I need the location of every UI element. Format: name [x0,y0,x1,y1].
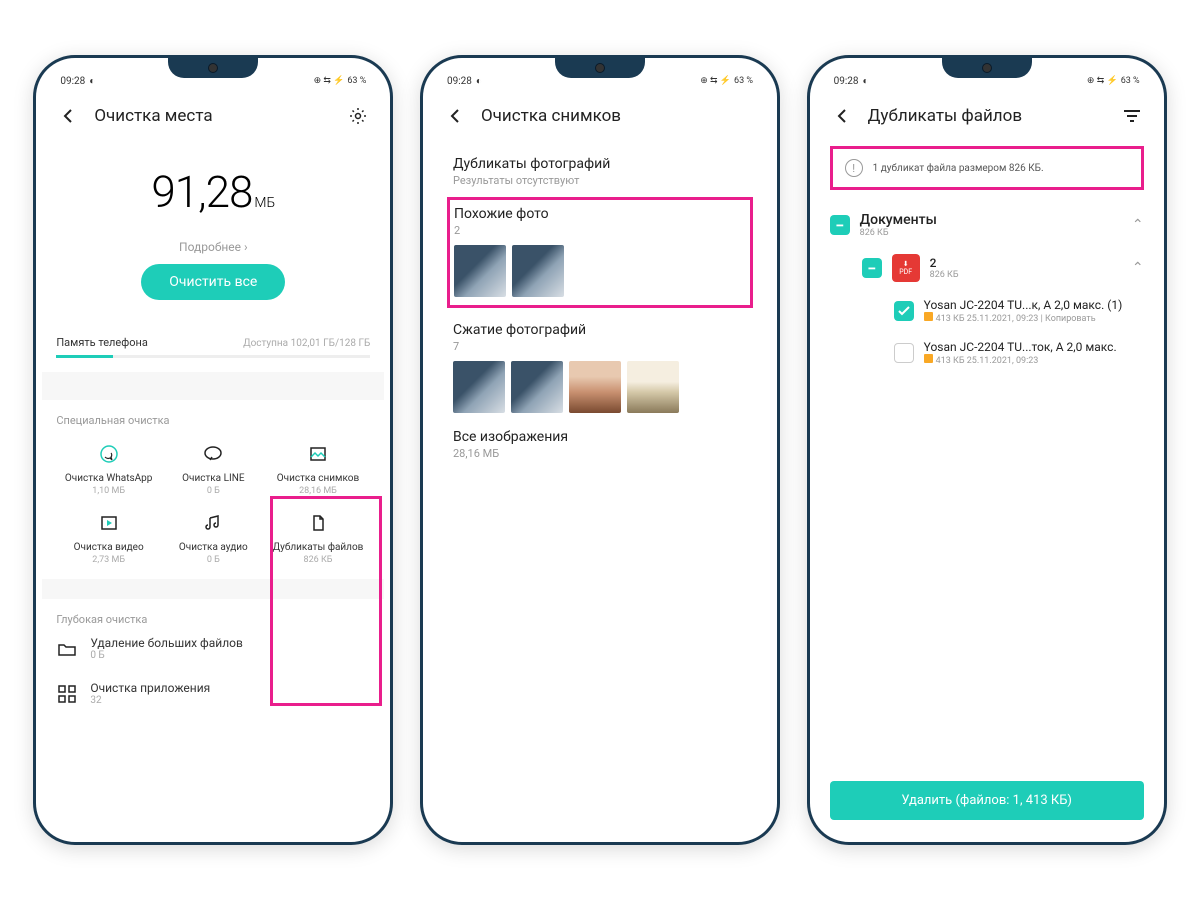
highlight-box-2: Похожие фото2 [447,197,753,308]
docs-group[interactable]: − Документы826 КБ ⌃ [830,204,1144,246]
grid-item-line[interactable]: Очистка LINE0 Б [161,441,266,496]
thumbnail[interactable] [454,245,506,297]
compress-section[interactable]: Сжатие фотографий7 [453,322,747,413]
file-row-1[interactable]: Yosan JC-2204 TU...к, A 2,0 макс. (1)413… [830,290,1144,332]
filter-icon[interactable] [1120,104,1144,128]
page-title: Очистка места [94,106,332,126]
grid-item-video[interactable]: Очистка видео2,73 МБ [56,510,161,565]
page-title: Очистка снимков [481,106,757,126]
back-icon[interactable] [56,104,80,128]
memory-bar [56,355,370,358]
duplicates-section[interactable]: Дубликаты фотографийРезультаты отсутству… [453,156,747,187]
thumbnail[interactable] [512,245,564,297]
settings-icon[interactable] [346,104,370,128]
pdf-icon: ⬇PDF [892,254,920,282]
folder-icon [924,354,933,363]
checkbox-indeterminate[interactable]: − [830,215,850,235]
wifi-icon: ⊕ ⇆ ⚡ [314,76,345,86]
storage-size: 91,28МБ [56,166,370,218]
info-banner: ! 1 дубликат файла размером 826 КБ. [830,146,1144,190]
phone-frame-1: 09:28 ◐ ⊕ ⇆ ⚡63 % Очистка места 91,28МБ П… [33,55,393,845]
page-title: Дубликаты файлов [868,106,1106,126]
delete-button[interactable]: Удалить (файлов: 1, 413 КБ) [830,781,1144,820]
chevron-up-icon[interactable]: ⌃ [1132,260,1144,276]
grid-item-audio[interactable]: Очистка аудио0 Б [161,510,266,565]
notch [942,58,1032,78]
apps-row[interactable]: Очистка приложения32 [56,671,370,716]
file-row-2[interactable]: Yosan JC-2204 TU...ток, A 2,0 макс.413 К… [830,332,1144,374]
thumbnail[interactable] [453,361,505,413]
pdf-group[interactable]: − ⬇PDF 2826 КБ ⌃ [830,246,1144,290]
memory-available: Доступна 102,01 ГБ/128 ГБ [243,338,370,349]
notch [168,58,258,78]
info-icon: ! [845,159,863,177]
thumbnail[interactable] [569,361,621,413]
big-files-row[interactable]: Удаление больших файлов0 Б [56,626,370,671]
thumbnail[interactable] [627,361,679,413]
more-link[interactable]: Подробнее › [56,240,370,254]
folder-icon [924,312,933,321]
grid-item-whatsapp[interactable]: Очистка WhatsApp1,10 МБ [56,441,161,496]
phone-frame-3: 09:28◐ ⊕ ⇆ ⚡63 % Дубликаты файлов ! 1 ду… [807,55,1167,845]
similar-section[interactable]: Похожие фото2 [454,206,746,297]
memory-label: Память телефона [56,336,148,349]
status-icon: ◐ [89,76,95,87]
deep-clean-title: Глубокая очистка [56,613,370,626]
chevron-up-icon[interactable]: ⌃ [1132,217,1144,233]
checkbox-checked[interactable] [894,301,914,321]
notch [555,58,645,78]
thumbnail[interactable] [511,361,563,413]
grid-item-duplicates[interactable]: Дубликаты файлов826 КБ [266,510,371,565]
status-time: 09:28 [60,76,85,87]
back-icon[interactable] [443,104,467,128]
grid-item-photos[interactable]: Очистка снимков28,16 МБ [266,441,371,496]
battery-text: 63 % [347,76,366,86]
clean-all-button[interactable]: Очистить все [141,264,285,300]
back-icon[interactable] [830,104,854,128]
phone-frame-2: 09:28◐ ⊕ ⇆ ⚡63 % Очистка снимков Дублика… [420,55,780,845]
special-clean-title: Специальная очистка [56,414,370,427]
all-images-section[interactable]: Все изображения28,16 МБ [453,429,747,460]
checkbox-indeterminate[interactable]: − [862,258,882,278]
checkbox-unchecked[interactable] [894,343,914,363]
